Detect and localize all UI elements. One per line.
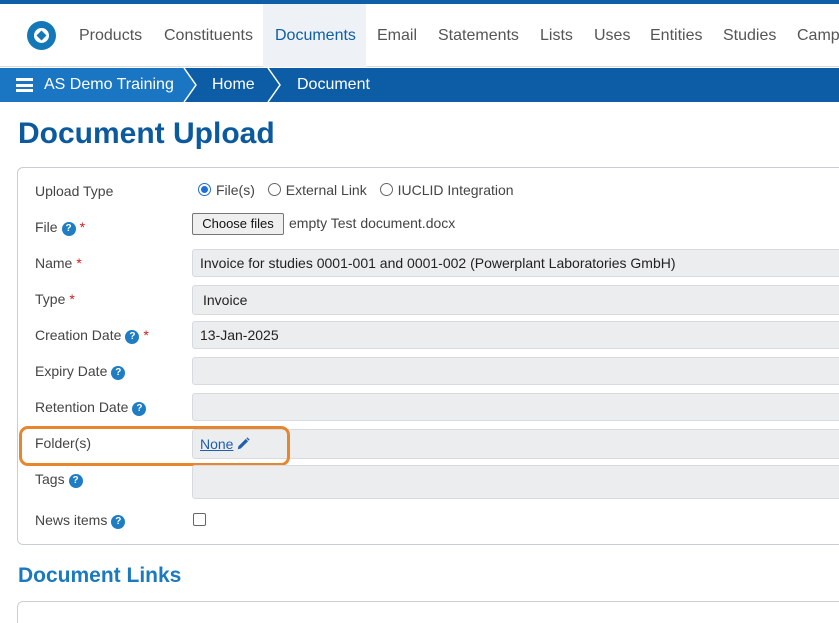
nav-email[interactable]: Email — [377, 4, 417, 67]
tags-label: Tags? — [35, 469, 83, 489]
type-label: Type * — [35, 291, 75, 307]
page-title: Document Upload — [18, 117, 275, 150]
top-navbar: Products Constituents Documents Email St… — [0, 4, 839, 67]
help-icon[interactable]: ? — [125, 330, 140, 344]
retention-date-input[interactable] — [192, 393, 839, 421]
name-input[interactable]: Invoice for studies 0001-001 and 0001-00… — [192, 249, 839, 277]
help-icon[interactable]: ? — [61, 222, 76, 236]
choose-files-button[interactable]: Choose files — [192, 213, 284, 235]
required-marker: * — [69, 291, 75, 307]
radio-files[interactable] — [198, 183, 211, 196]
selected-file-name: empty Test document.docx — [289, 215, 456, 231]
expiry-date-label: Expiry Date? — [35, 361, 126, 381]
file-label: File? * — [35, 219, 86, 236]
news-items-checkbox[interactable] — [193, 513, 206, 526]
retention-date-label: Retention Date? — [35, 397, 147, 417]
app-logo-icon[interactable] — [27, 21, 56, 50]
help-icon[interactable]: ? — [111, 515, 126, 529]
nav-constituents[interactable]: Constituents — [164, 4, 253, 67]
news-items-label: News items? — [35, 510, 126, 530]
help-icon[interactable]: ? — [132, 402, 147, 416]
required-marker: * — [143, 327, 149, 343]
document-links-panel — [17, 601, 839, 623]
radio-iuclid-integration[interactable] — [379, 183, 393, 196]
help-icon[interactable]: ? — [68, 474, 83, 488]
required-marker: * — [79, 219, 86, 235]
name-label: Name * — [35, 255, 82, 271]
upload-type-label: Upload Type — [35, 183, 114, 199]
nav-entities[interactable]: Entities — [650, 4, 702, 67]
required-marker: * — [76, 255, 82, 271]
nav-products[interactable]: Products — [79, 4, 142, 67]
type-select[interactable]: Invoice — [192, 285, 839, 315]
breadcrumb-separator-icon — [267, 68, 281, 102]
help-icon[interactable]: ? — [111, 366, 126, 380]
breadcrumb-home[interactable]: Home — [212, 68, 255, 102]
creation-date-label: Creation Date? * — [35, 327, 149, 344]
upload-type-radio-group: File(s) External Link IUCLID Integration — [198, 180, 523, 200]
radio-external-link[interactable] — [267, 183, 281, 196]
nav-uses[interactable]: Uses — [594, 4, 630, 67]
tags-input[interactable] — [192, 465, 839, 499]
nav-documents[interactable]: Documents — [263, 4, 366, 67]
breadcrumb-separator-icon — [182, 68, 197, 102]
breadcrumb-app[interactable]: AS Demo Training — [0, 68, 184, 102]
expiry-date-input[interactable] — [192, 357, 839, 385]
breadcrumb: AS Demo Training Home Document — [0, 68, 839, 102]
nav-studies[interactable]: Studies — [723, 4, 776, 67]
breadcrumb-document: Document — [297, 76, 370, 93]
nav-campaigns[interactable]: Camp — [797, 4, 839, 67]
document-links-title: Document Links — [18, 564, 182, 587]
nav-statements[interactable]: Statements — [438, 4, 519, 67]
creation-date-input[interactable]: 13-Jan-2025 — [192, 321, 839, 349]
hamburger-menu-icon[interactable] — [16, 78, 33, 92]
folders-highlight-annotation — [19, 426, 290, 466]
nav-lists[interactable]: Lists — [540, 4, 573, 67]
